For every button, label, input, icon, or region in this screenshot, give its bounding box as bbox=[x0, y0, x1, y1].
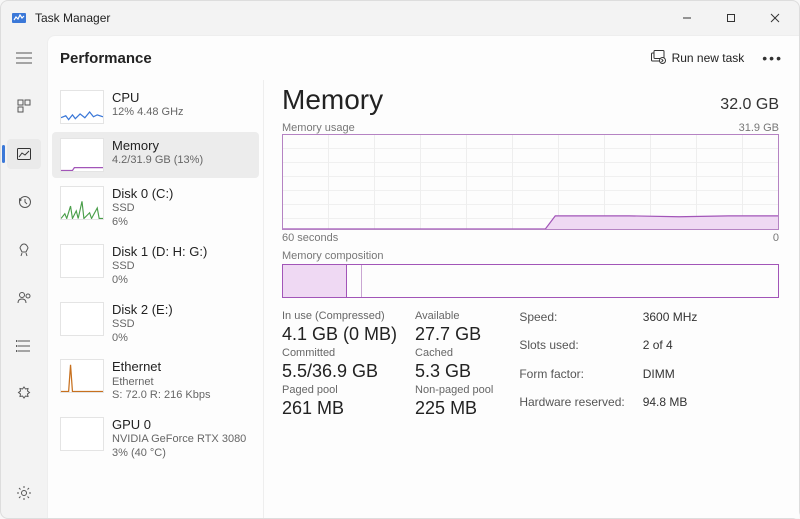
committed-value: 5.5/36.9 GB bbox=[282, 361, 397, 382]
paged-value: 261 MB bbox=[282, 398, 397, 419]
usage-label: Memory usage bbox=[282, 122, 355, 134]
usage-max: 31.9 GB bbox=[739, 122, 779, 134]
titlebar[interactable]: Task Manager bbox=[1, 1, 799, 35]
form-value: DIMM bbox=[643, 367, 698, 391]
disk0-sparkline bbox=[60, 186, 104, 220]
maximize-button[interactable] bbox=[709, 3, 753, 33]
slots-value: 2 of 4 bbox=[643, 338, 698, 362]
nav-history[interactable] bbox=[7, 187, 41, 217]
x-left: 60 seconds bbox=[282, 232, 338, 244]
sidebar-item-cpu[interactable]: CPU12% 4.48 GHz bbox=[52, 84, 259, 130]
sidebar-item-disk0[interactable]: Disk 0 (C:)SSD6% bbox=[52, 180, 259, 236]
topbar: Performance Run new task ••• bbox=[48, 36, 799, 80]
nav-performance[interactable] bbox=[7, 139, 41, 169]
task-manager-window: Task Manager Performance bbox=[0, 0, 800, 519]
ethernet-sparkline bbox=[60, 359, 104, 393]
run-new-task-button[interactable]: Run new task bbox=[650, 49, 745, 68]
hwreserved-value: 94.8 MB bbox=[643, 395, 698, 419]
resource-list[interactable]: CPU12% 4.48 GHz Memory4.2/31.9 GB (13%) … bbox=[48, 80, 264, 518]
cached-value: 5.3 GB bbox=[415, 361, 493, 382]
detail-title: Memory bbox=[282, 84, 383, 116]
page-title: Performance bbox=[60, 50, 152, 67]
app-icon bbox=[11, 10, 27, 26]
window-title: Task Manager bbox=[35, 11, 110, 25]
available-value: 27.7 GB bbox=[415, 324, 493, 345]
settings-icon[interactable] bbox=[7, 478, 41, 508]
run-task-icon bbox=[650, 49, 666, 68]
memory-total: 32.0 GB bbox=[720, 96, 779, 114]
gpu-sparkline bbox=[60, 417, 104, 451]
detail-pane: Memory 32.0 GB Memory usage 31.9 GB 60 se… bbox=[264, 80, 799, 518]
x-right: 0 bbox=[773, 232, 779, 244]
sidebar-item-disk1[interactable]: Disk 1 (D: H: G:)SSD0% bbox=[52, 238, 259, 294]
more-button[interactable]: ••• bbox=[758, 50, 787, 66]
nav-details[interactable] bbox=[7, 331, 41, 361]
stats-left: In use (Compressed) Available 4.1 GB (0 … bbox=[282, 310, 493, 419]
cpu-sparkline bbox=[60, 90, 104, 124]
stats-right: Speed:3600 MHz Slots used:2 of 4 Form fa… bbox=[519, 310, 697, 419]
run-task-label: Run new task bbox=[672, 51, 745, 65]
sidebar-item-gpu0[interactable]: GPU 0NVIDIA GeForce RTX 30803% (40 °C) bbox=[52, 411, 259, 467]
nav-rail bbox=[1, 35, 47, 518]
inuse-value: 4.1 GB (0 MB) bbox=[282, 324, 397, 345]
close-button[interactable] bbox=[753, 3, 797, 33]
minimize-button[interactable] bbox=[665, 3, 709, 33]
memory-sparkline bbox=[60, 138, 104, 172]
nav-startup[interactable] bbox=[7, 235, 41, 265]
nav-users[interactable] bbox=[7, 283, 41, 313]
nav-services[interactable] bbox=[7, 379, 41, 409]
nonpaged-value: 225 MB bbox=[415, 398, 493, 419]
nav-processes[interactable] bbox=[7, 91, 41, 121]
sidebar-item-ethernet[interactable]: EthernetEthernetS: 72.0 R: 216 Kbps bbox=[52, 353, 259, 409]
memory-usage-chart bbox=[282, 134, 779, 230]
sidebar-item-memory[interactable]: Memory4.2/31.9 GB (13%) bbox=[52, 132, 259, 178]
disk2-sparkline bbox=[60, 302, 104, 336]
composition-label: Memory composition bbox=[282, 250, 779, 262]
memory-composition-chart bbox=[282, 264, 779, 298]
speed-value: 3600 MHz bbox=[643, 310, 698, 334]
hamburger-icon[interactable] bbox=[7, 43, 41, 73]
disk1-sparkline bbox=[60, 244, 104, 278]
sidebar-item-disk2[interactable]: Disk 2 (E:)SSD0% bbox=[52, 296, 259, 352]
